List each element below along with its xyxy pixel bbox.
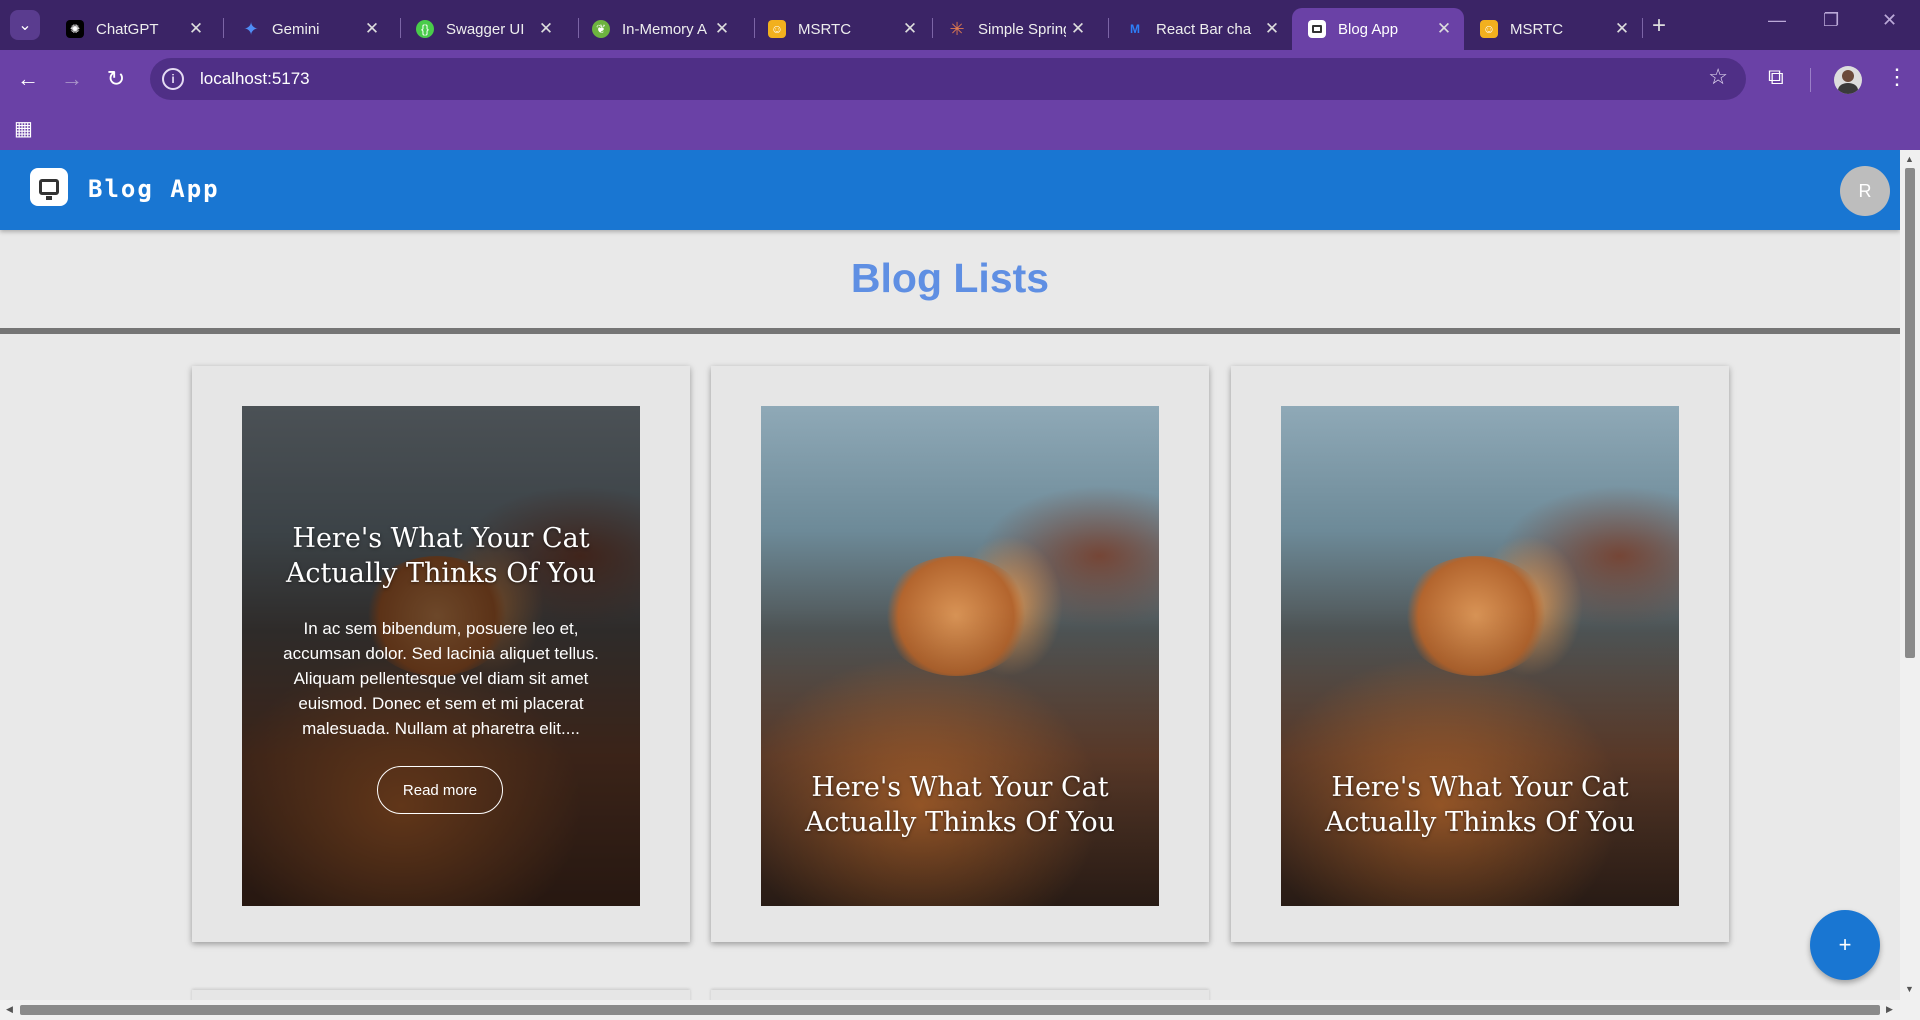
browser-menu-icon[interactable]: ⋮ [1886,64,1908,90]
blog-card[interactable]: Here's What Your Cat Actually Thinks Of … [711,366,1209,942]
blog-card-image: Here's What Your Cat Actually Thinks Of … [761,406,1159,906]
add-post-button[interactable]: + [1810,910,1880,980]
restore-icon[interactable]: ❐ [1823,10,1839,31]
url-text[interactable]: localhost:5173 [200,69,310,89]
vertical-scrollbar[interactable]: ▲ ▼ [1900,150,1920,1000]
gemini-icon: ✦ [243,18,259,39]
page-title: Blog Lists [850,255,1050,301]
bookmark-star-icon[interactable]: ☆ [1708,64,1728,90]
close-tab-icon[interactable]: ✕ [898,19,922,39]
close-tab-icon[interactable]: ✕ [534,19,558,39]
blog-card[interactable]: Here's What Your Cat Actually Thinks Of … [1231,366,1729,942]
tab-title: Gemini [272,20,320,38]
tab-swagger[interactable]: {} Swagger UI ✕ [400,8,566,50]
app-bar: Blog App R [0,150,1900,230]
horizontal-scrollbar[interactable]: ◀ ▶ [0,1000,1920,1020]
read-more-button[interactable]: Read more [377,766,503,814]
tab-in-memory[interactable]: ❦ In-Memory A ✕ [576,8,742,50]
msrtc-icon: ☺ [768,20,786,38]
msrtc-icon: ☺ [1480,20,1498,38]
tab-separator [1108,18,1109,38]
blog-card[interactable]: Here's What Your Cat Actually Thinks Of … [192,366,690,942]
tab-search-button[interactable]: ⌄ [10,10,40,40]
app-brand: Blog App [88,175,220,203]
tab-title: MSRTC [1510,20,1564,38]
minimize-icon[interactable]: — [1768,10,1786,31]
chatgpt-icon: ✺ [66,20,84,38]
app-logo-icon [30,168,68,206]
tab-msrtc[interactable]: ☺ MSRTC ✕ [752,8,930,50]
scroll-up-arrow-icon[interactable]: ▲ [1905,154,1914,164]
tab-msrtc-2[interactable]: ☺ MSRTC ✕ [1464,8,1642,50]
close-tab-icon[interactable]: ✕ [710,19,734,39]
blog-card-next-row[interactable] [192,990,690,1000]
tab-chatgpt[interactable]: ✺ ChatGPT ✕ [50,8,216,50]
tab-title: Simple Spring [978,20,1066,38]
forward-arrow-icon[interactable]: → [58,66,86,92]
page-viewport: Blog App R Blog Lists Here's What Your C… [0,150,1900,1000]
tab-separator [223,18,224,38]
apps-grid-icon[interactable]: ▦ [14,116,33,141]
close-tab-icon[interactable]: ✕ [1260,19,1284,39]
blog-card-title: Here's What Your Cat Actually Thinks Of … [285,523,597,589]
tab-title: ChatGPT [96,20,159,38]
close-tab-icon[interactable]: ✕ [1610,19,1634,39]
close-tab-icon[interactable]: ✕ [1066,19,1090,39]
blog-app-icon [1308,20,1326,38]
tab-title: In-Memory A [622,20,708,38]
blog-card-image: Here's What Your Cat Actually Thinks Of … [1281,406,1679,906]
bookmarks-bar: ▦ [0,108,1920,150]
toolbar-divider [1810,68,1811,92]
tab-title: React Bar cha [1156,20,1252,38]
tab-separator [1642,18,1643,38]
horizontal-scroll-thumb[interactable] [20,1005,1880,1015]
address-bar[interactable]: i localhost:5173 ☆ [150,58,1746,100]
vertical-scroll-thumb[interactable] [1905,168,1915,658]
blog-card-excerpt: In ac sem bibendum, posuere leo et, accu… [283,619,599,738]
tab-simple-spring[interactable]: ✳ Simple Spring ✕ [932,8,1098,50]
title-divider [0,328,1900,334]
browser-toolbar: ← → ↻ i localhost:5173 ☆ ⧉ ⋮ [0,50,1920,108]
scroll-right-arrow-icon[interactable]: ▶ [1886,1004,1893,1015]
site-info-icon[interactable]: i [162,68,184,90]
claude-icon: ✳ [949,18,965,39]
tab-title: Blog App [1338,20,1399,38]
extensions-icon[interactable]: ⧉ [1768,64,1784,90]
blog-card-title: Here's What Your Cat Actually Thinks Of … [804,772,1116,838]
chevron-down-icon: ⌄ [18,17,32,34]
back-arrow-icon[interactable]: ← [14,66,42,92]
close-tab-icon[interactable]: ✕ [184,19,208,39]
scroll-down-arrow-icon[interactable]: ▼ [1905,984,1914,994]
close-tab-icon[interactable]: ✕ [1432,19,1456,39]
mui-icon: M [1130,22,1140,36]
browser-profile-avatar[interactable] [1834,66,1862,94]
browser-tabstrip: ⌄ ✺ ChatGPT ✕ ✦ Gemini ✕ {} Swagger UI ✕… [0,0,1920,50]
blog-card-title: Here's What Your Cat Actually Thinks Of … [1324,772,1636,838]
reload-icon[interactable]: ↻ [102,66,130,92]
new-tab-button[interactable]: + [1652,12,1666,40]
tab-title: MSRTC [798,20,852,38]
spring-icon: ❦ [592,20,610,38]
blog-card-next-row[interactable] [711,990,1209,1000]
blog-card-image: Here's What Your Cat Actually Thinks Of … [242,406,640,906]
user-avatar[interactable]: R [1840,166,1890,216]
tab-title: Swagger UI [446,20,525,38]
window-close-icon[interactable]: ✕ [1882,10,1897,31]
close-tab-icon[interactable]: ✕ [360,19,384,39]
swagger-icon: {} [416,20,434,38]
tab-blog-app[interactable]: Blog App ✕ [1292,8,1464,50]
tab-react-bar-chart[interactable]: M React Bar cha ✕ [1110,8,1292,50]
scroll-left-arrow-icon[interactable]: ◀ [6,1004,13,1015]
tab-gemini[interactable]: ✦ Gemini ✕ [226,8,392,50]
